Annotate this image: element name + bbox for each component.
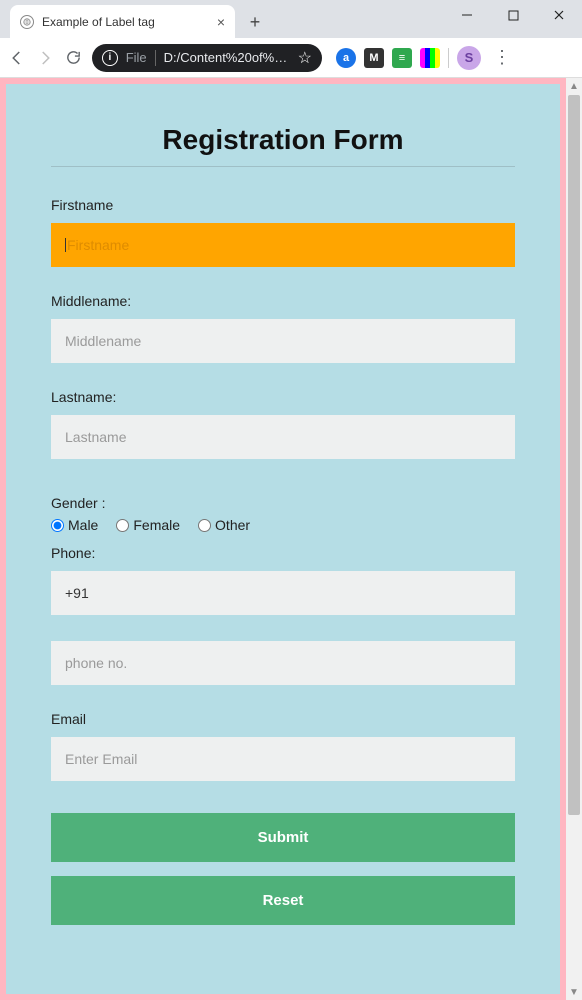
gender-option-other[interactable]: Other [198,517,250,533]
scroll-down-arrow[interactable]: ▼ [566,984,582,1000]
lastname-label: Lastname: [51,389,515,405]
new-tab-button[interactable]: + [241,8,269,36]
browser-tab[interactable]: Example of Label tag × [10,5,235,38]
radio-female[interactable] [116,519,129,532]
vertical-scrollbar[interactable]: ▲ ▼ [566,78,582,1000]
firstname-label: Firstname [51,197,515,213]
page-title: Registration Form [51,124,515,156]
email-label: Email [51,711,515,727]
radio-other[interactable] [198,519,211,532]
scroll-up-arrow[interactable]: ▲ [566,78,582,94]
title-rule [51,166,515,167]
email-field[interactable] [51,737,515,781]
firstname-placeholder: Firstname [67,237,129,253]
page-body: Registration Form Firstname Firstname Mi… [0,78,566,1000]
phone-number-field[interactable] [51,641,515,685]
gender-option-female[interactable]: Female [116,517,180,533]
address-path: D:/Content%20of%2... [164,50,290,65]
address-scheme: File [126,50,147,65]
bookmark-star-icon[interactable]: ☆ [298,48,312,68]
lastname-field[interactable] [51,415,515,459]
close-tab-icon[interactable]: × [217,14,225,30]
browser-viewport: Registration Form Firstname Firstname Mi… [0,78,582,1000]
registration-form-card: Registration Form Firstname Firstname Mi… [6,84,560,994]
forward-button[interactable] [36,49,54,67]
menu-kebab-icon[interactable]: ⋮ [489,47,515,68]
back-button[interactable] [8,49,26,67]
window-controls [444,0,582,30]
radio-male[interactable] [51,519,64,532]
extension-colorbars-icon[interactable] [420,48,440,68]
browser-toolbar: i File D:/Content%20of%2... ☆ a M ≡ S ⋮ [0,38,582,78]
gender-option-male[interactable]: Male [51,517,98,533]
extension-icons: a M ≡ S ⋮ [336,46,515,70]
address-bar[interactable]: i File D:/Content%20of%2... ☆ [92,44,322,72]
tab-title: Example of Label tag [42,15,155,29]
window-title-bar: Example of Label tag × + [0,0,582,38]
toolbar-separator [448,48,449,68]
text-cursor [65,238,66,252]
minimize-button[interactable] [444,0,490,30]
info-icon: i [102,50,118,66]
extension-green-icon[interactable]: ≡ [392,48,412,68]
gender-label: Gender : [51,495,515,511]
address-separator [155,50,156,66]
maximize-button[interactable] [490,0,536,30]
submit-button[interactable]: Submit [51,813,515,862]
profile-avatar[interactable]: S [457,46,481,70]
firstname-field[interactable]: Firstname [51,223,515,267]
reset-button[interactable]: Reset [51,876,515,925]
gender-radio-group: Male Female Other [51,517,515,533]
close-window-button[interactable] [536,0,582,30]
extension-m-icon[interactable]: M [364,48,384,68]
extension-a-icon[interactable]: a [336,48,356,68]
middlename-field[interactable] [51,319,515,363]
middlename-label: Middlename: [51,293,515,309]
phone-label: Phone: [51,545,515,561]
reload-button[interactable] [64,49,82,67]
scrollbar-thumb[interactable] [568,95,580,815]
globe-icon [20,15,34,29]
phone-country-code-field[interactable] [51,571,515,615]
